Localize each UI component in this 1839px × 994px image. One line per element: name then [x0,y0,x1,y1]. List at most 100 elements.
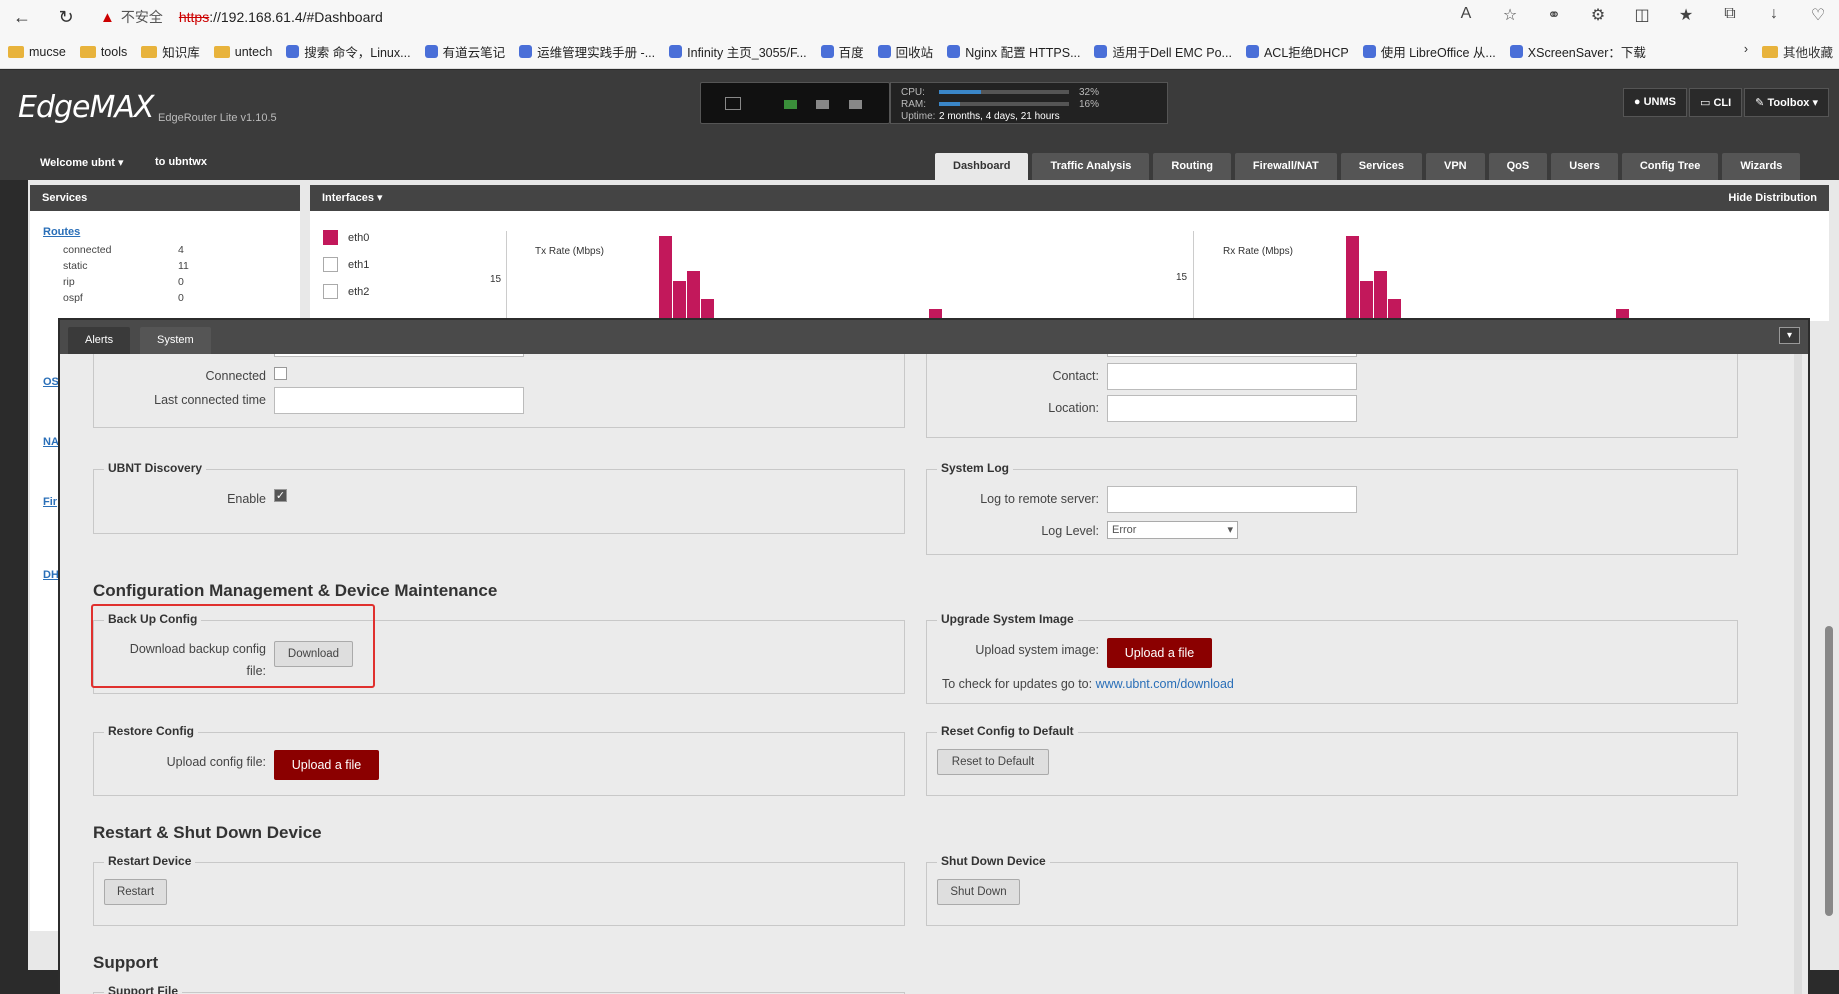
back-icon[interactable]: ← [10,5,34,29]
rx-axis [1193,231,1194,321]
services-panel-title: Services [30,185,300,211]
favorite-star-icon[interactable]: ☆ [1499,5,1521,25]
service-link[interactable]: Fir [43,496,57,508]
upload-image-button[interactable]: Upload a file [1107,638,1212,668]
service-link[interactable]: OS [43,376,59,388]
read-aloud-icon[interactable]: A [1455,5,1477,25]
hide-distribution-button[interactable]: Hide Distribution [1728,185,1817,211]
split-screen-icon[interactable]: ◫ [1631,5,1653,25]
last-connected-input[interactable] [274,387,524,414]
refresh-icon[interactable]: ↻ [54,5,78,29]
unms-button[interactable]: ● UNMS [1622,88,1687,117]
bookmark-item[interactable]: XScreenSaver：下载 [1509,42,1646,61]
route-row: connected 4 [63,244,184,256]
heart-icon[interactable]: ♡ [1807,5,1829,25]
eth2-checkbox[interactable] [323,284,338,299]
scrollbar-thumb[interactable] [1825,626,1833,916]
bookmark-item[interactable]: tools [79,42,127,61]
folder-icon [8,45,24,58]
site-icon [947,45,961,58]
connected-checkbox [274,367,287,380]
favorites-icon[interactable]: ★ [1675,5,1697,25]
collapse-icon[interactable]: ▾ [1779,327,1800,344]
service-link[interactable]: NA [43,436,59,448]
puzzle-icon[interactable]: ⚙ [1587,5,1609,25]
snmp-community-input[interactable] [1107,354,1357,357]
tab-services[interactable]: Services [1340,153,1422,180]
tab-vpn[interactable]: VPN [1426,153,1485,180]
toolbox-button[interactable]: ✎ Toolbox ▾ [1744,88,1829,117]
eth1-checkbox[interactable] [323,257,338,272]
other-bookmarks[interactable]: 其他收藏 [1761,42,1833,61]
port-icon [784,100,797,109]
bookmark-item[interactable]: 搜索 命令，Linux... [286,42,411,61]
last-connected-label: Last connected time [154,393,266,407]
address-bar[interactable]: ▲ 不安全 https ://192.168.61.4/#Dashboard [100,4,1520,30]
bookmark-item[interactable]: ACL拒绝DHCP [1245,42,1349,61]
rx-tick: 15 [1176,272,1188,283]
to-user-label: to ubntwx [155,156,207,168]
tx-bar [673,281,686,321]
tab-dashboard[interactable]: Dashboard [935,153,1029,180]
extension-icon[interactable]: ⚭ [1543,5,1565,25]
bookmark-item[interactable]: 百度 [820,42,864,61]
folder-icon [79,45,96,58]
bookmark-item[interactable]: 知识库 [141,42,200,61]
tab-firewall-nat[interactable]: Firewall/NAT [1234,153,1337,180]
cli-button[interactable]: ▭ CLI [1688,88,1743,117]
location-input[interactable] [1107,395,1357,422]
tab-system[interactable]: System [140,327,211,354]
bookmark-item[interactable]: 回收站 [877,42,933,61]
shutdown-device-title: Shut Down Device [937,854,1050,868]
restart-button[interactable]: Restart [104,879,167,905]
tab-config-tree[interactable]: Config Tree [1621,153,1719,180]
restart-device-title: Restart Device [104,854,196,868]
welcome-menu[interactable]: Welcome ubnt ▾ [40,156,124,169]
bookmark-item[interactable]: 有道云笔记 [424,42,505,61]
ram-bar [939,102,960,106]
rx-chart-title: Rx Rate (Mbps) [1223,246,1294,257]
contact-input[interactable] [1107,363,1357,390]
bookmarks-overflow-icon[interactable]: › [1744,42,1748,61]
app-header: EdgeMAX EdgeRouter Lite v1.10.5 CPU: 32% … [0,70,1839,142]
unms-key-input[interactable] [274,354,524,357]
chevron-down-icon: ▾ [1227,524,1233,536]
ubnt-discovery-title: UBNT Discovery [104,461,207,475]
service-link[interactable]: DH [43,569,59,581]
bookmark-item[interactable]: 使用 LibreOffice 从... [1362,42,1496,61]
port-icon [849,100,862,109]
support-file-title: Support File [104,984,182,994]
collections-icon[interactable]: ⧉ [1719,5,1741,25]
tab-traffic-analysis[interactable]: Traffic Analysis [1032,153,1150,180]
log-level-select[interactable]: Error ▾ [1107,521,1238,539]
tab-users[interactable]: Users [1551,153,1618,180]
tab-alerts[interactable]: Alerts [68,327,131,354]
snmp-fieldset: Contact: Location: [926,354,1738,438]
check-updates-text: To check for updates go to: www.ubnt.com… [942,677,1234,691]
uptime-value: 2 months, 4 days, 21 hours [939,110,1060,122]
tab-routing[interactable]: Routing [1153,153,1231,180]
shutdown-button[interactable]: Shut Down [937,879,1020,905]
tx-bar [659,236,672,321]
enable-checkbox[interactable]: ✓ [274,489,287,502]
rx-bar [1346,236,1359,321]
log-remote-input[interactable] [1107,486,1357,513]
tab-wizards[interactable]: Wizards [1722,153,1801,180]
bookmark-item[interactable]: Infinity 主页_3055/F... [669,42,807,61]
bookmark-item[interactable]: 适用于Dell EMC Po... [1094,42,1232,61]
tab-qos[interactable]: QoS [1488,153,1548,180]
ubnt-download-link[interactable]: www.ubnt.com/download [1096,677,1234,691]
routes-link[interactable]: Routes [43,226,80,238]
bookmark-item[interactable]: Nginx 配置 HTTPS... [947,42,1080,61]
bookmarks-bar: mucse tools 知识库 untech 搜索 命令，Linux... 有道云笔记 运维… [0,34,1839,69]
download-icon[interactable]: ↓ [1763,5,1785,25]
bookmark-item[interactable]: untech [213,42,272,61]
bookmark-item[interactable]: mucse [8,42,66,61]
upload-config-button[interactable]: Upload a file [274,750,379,780]
main-nav: Welcome ubnt ▾ to ubntwx Dashboard Traffi… [0,142,1839,180]
eth0-checkbox[interactable] [323,230,338,245]
modal-scrollbar[interactable] [1794,354,1802,994]
bookmark-item[interactable]: 运维管理实践手册 -... [519,42,655,61]
reset-to-default-button[interactable]: Reset to Default [937,749,1049,775]
interfaces-menu[interactable]: Interfaces [322,192,374,204]
